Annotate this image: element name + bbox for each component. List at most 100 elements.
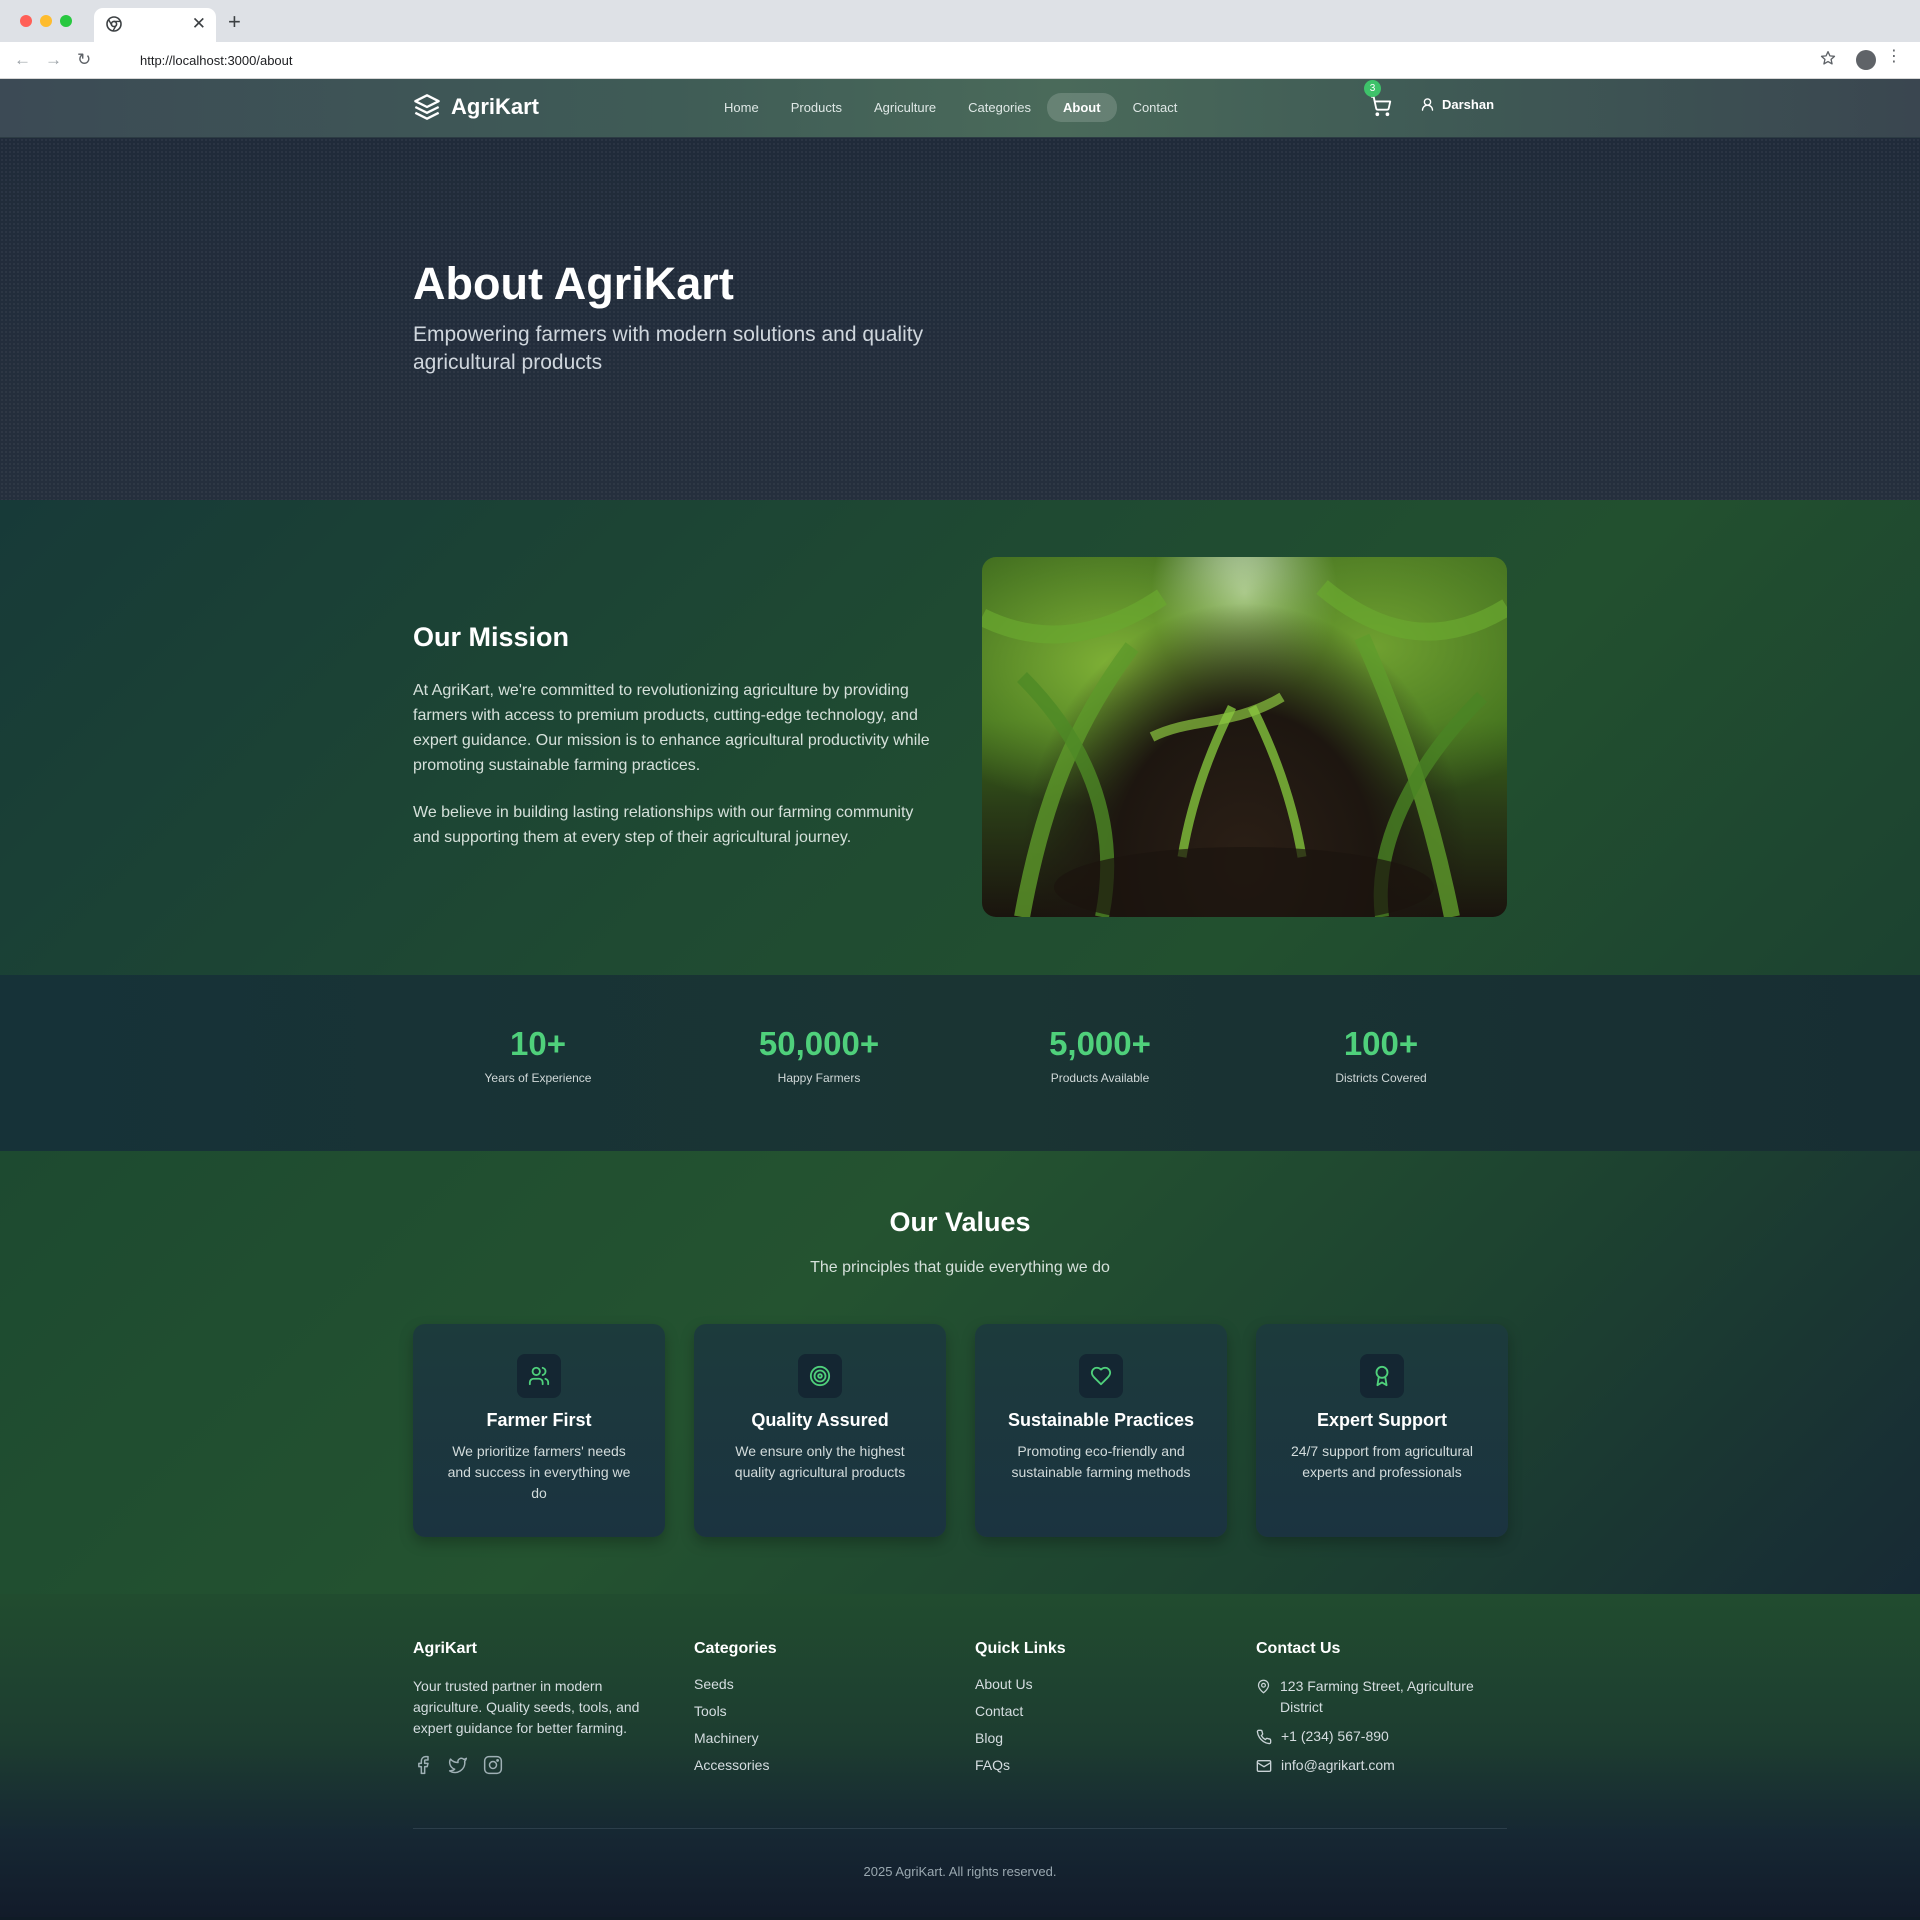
contact-phone: +1 (234) 567-890 — [1256, 1726, 1501, 1747]
nav-about[interactable]: About — [1047, 93, 1117, 122]
nav-home[interactable]: Home — [708, 93, 775, 122]
chrome-favicon-icon — [106, 16, 122, 32]
footer-contact: Contact Us 123 Farming Street, Agricultu… — [1256, 1640, 1501, 1784]
footer-categories: Categories Seeds Tools Machinery Accesso… — [694, 1640, 777, 1784]
back-arrow-icon[interactable]: ← — [14, 50, 31, 70]
reload-icon[interactable]: ↻ — [77, 50, 91, 70]
shopping-cart-icon[interactable] — [1370, 95, 1392, 117]
footer-link-faqs[interactable]: FAQs — [975, 1757, 1066, 1773]
users-icon — [528, 1366, 550, 1386]
close-window-button[interactable] — [20, 15, 32, 27]
page-title: About AgriKart — [413, 258, 734, 309]
value-card-farmer-first: Farmer First We prioritize farmers' need… — [413, 1324, 665, 1537]
footer-categories-title: Categories — [694, 1640, 777, 1657]
copyright-text: 2025 AgriKart. All rights reserved. — [863, 1864, 1057, 1879]
site-header: AgriKart Home Products Agriculture Categ… — [0, 79, 1920, 138]
brand-name: AgriKart — [451, 94, 540, 119]
profile-avatar-icon[interactable] — [1856, 50, 1876, 70]
footer-quick-links-title: Quick Links — [975, 1640, 1066, 1657]
stat-label: Happy Farmers — [777, 1071, 861, 1085]
cart-count-badge: 3 — [1364, 80, 1381, 97]
value-card-title: Expert Support — [1316, 1410, 1447, 1430]
heart-icon — [1090, 1366, 1112, 1386]
map-pin-icon — [1257, 1679, 1270, 1694]
footer-link-blog[interactable]: Blog — [975, 1730, 1066, 1746]
award-icon — [1375, 1365, 1389, 1387]
value-card-description: Promoting eco-friendly and sustainable f… — [1011, 1443, 1191, 1480]
facebook-icon[interactable] — [413, 1755, 433, 1775]
value-card-title: Farmer First — [486, 1410, 592, 1430]
footer-about-title: AgriKart — [413, 1640, 478, 1657]
stat-value: 5,000+ — [1049, 1025, 1151, 1062]
browser-tab[interactable]: ✕ — [94, 8, 216, 42]
social-links — [413, 1755, 658, 1775]
new-tab-button[interactable]: + — [228, 9, 241, 35]
stat-experience: 10+ Years of Experience — [413, 1025, 663, 1085]
footer-contact-title: Contact Us — [1256, 1640, 1341, 1657]
value-card-description: We prioritize farmers' needs and success… — [447, 1443, 631, 1501]
site-footer: AgriKart Your trusted partner in modern … — [0, 1594, 1920, 1917]
user-menu[interactable]: Darshan — [1420, 97, 1494, 112]
mission-paragraph-2: We believe in building lasting relations… — [413, 804, 914, 846]
footer-link-tools[interactable]: Tools — [694, 1703, 777, 1719]
footer-link-seeds[interactable]: Seeds — [694, 1676, 777, 1692]
value-card-quality-assured: Quality Assured We ensure only the highe… — [694, 1324, 946, 1537]
footer-link-machinery[interactable]: Machinery — [694, 1730, 777, 1746]
instagram-icon[interactable] — [483, 1755, 503, 1775]
user-icon — [1421, 98, 1434, 111]
footer-link-contact[interactable]: Contact — [975, 1703, 1066, 1719]
browser-tab-bar: ✕ + — [0, 0, 1920, 42]
value-icon-box — [1079, 1354, 1123, 1398]
value-card-sustainable-practices: Sustainable Practices Promoting eco-frie… — [975, 1324, 1227, 1537]
minimize-window-button[interactable] — [40, 15, 52, 27]
value-card-expert-support: Expert Support 24/7 support from agricul… — [1256, 1324, 1508, 1537]
browser-toolbar: ← → ↻ http://localhost:3000/about ⋮ — [0, 42, 1920, 79]
stat-label: Years of Experience — [484, 1071, 592, 1085]
stat-farmers: 50,000+ Happy Farmers — [694, 1025, 944, 1085]
layers-logo-icon — [414, 94, 440, 120]
brand-logo[interactable]: AgriKart — [413, 93, 539, 121]
mission-section: Our Mission At AgriKart, we're committed… — [0, 500, 1920, 975]
bookmark-star-icon[interactable] — [1820, 50, 1836, 66]
footer-quick-links: Quick Links About Us Contact Blog FAQs — [975, 1640, 1066, 1784]
nav-contact[interactable]: Contact — [1117, 93, 1194, 122]
value-icon-box — [798, 1354, 842, 1398]
main-navigation: Home Products Agriculture Categories Abo… — [708, 93, 1193, 122]
value-card-description: 24/7 support from agricultural experts a… — [1290, 1443, 1474, 1480]
values-section: Our Values The principles that guide eve… — [0, 1151, 1920, 1594]
twitter-icon[interactable] — [447, 1755, 469, 1775]
mission-paragraph-1: At AgriKart, we're committed to revoluti… — [413, 682, 930, 774]
mail-icon — [1256, 1760, 1272, 1772]
footer-divider — [413, 1828, 1507, 1829]
value-card-description: We ensure only the highest quality agric… — [734, 1443, 906, 1480]
contact-email: info@agrikart.com — [1256, 1755, 1501, 1776]
value-icon-box — [517, 1354, 561, 1398]
values-subtitle: The principles that guide everything we … — [810, 1259, 1110, 1276]
contact-phone-text[interactable]: +1 (234) 567-890 — [1281, 1726, 1389, 1747]
stat-value: 10+ — [510, 1025, 566, 1062]
tab-close-icon[interactable]: ✕ — [192, 14, 206, 34]
value-card-title: Sustainable Practices — [1007, 1410, 1195, 1430]
stat-label: Districts Covered — [1335, 1071, 1427, 1085]
nav-agriculture[interactable]: Agriculture — [858, 93, 952, 122]
contact-address-text: 123 Farming Street, Agriculture District — [1280, 1678, 1474, 1715]
nav-products[interactable]: Products — [775, 93, 858, 122]
forward-arrow-icon[interactable]: → — [45, 50, 62, 70]
address-bar[interactable]: http://localhost:3000/about — [108, 47, 1780, 75]
phone-icon — [1256, 1729, 1272, 1745]
values-title: Our Values — [889, 1207, 1031, 1237]
value-icon-box — [1360, 1354, 1404, 1398]
footer-about-text: Your trusted partner in modern agricultu… — [413, 1678, 640, 1736]
corn-field-image — [982, 557, 1507, 917]
nav-categories[interactable]: Categories — [952, 93, 1047, 122]
mission-title: Our Mission — [413, 622, 570, 652]
footer-link-about-us[interactable]: About Us — [975, 1676, 1066, 1692]
window-controls — [20, 15, 72, 27]
stats-section: 10+ Years of Experience 50,000+ Happy Fa… — [0, 975, 1920, 1151]
address-url: http://localhost:3000/about — [140, 53, 293, 68]
footer-link-accessories[interactable]: Accessories — [694, 1757, 777, 1773]
browser-menu-icon[interactable]: ⋮ — [1886, 49, 1902, 65]
maximize-window-button[interactable] — [60, 15, 72, 27]
contact-email-text[interactable]: info@agrikart.com — [1281, 1755, 1395, 1776]
stat-districts: 100+ Districts Covered — [1256, 1025, 1506, 1085]
